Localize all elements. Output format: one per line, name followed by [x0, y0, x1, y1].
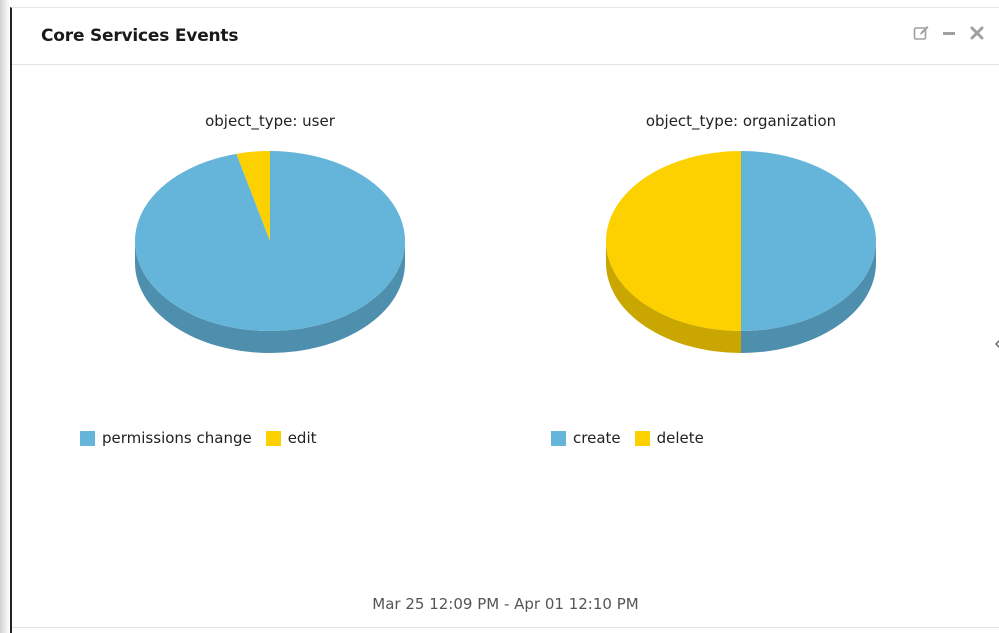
legend-label: delete	[656, 429, 704, 447]
close-icon	[970, 26, 984, 40]
dashboard-stage: Core Services Events object_type: user p…	[0, 0, 999, 633]
legend-item-delete[interactable]: delete	[634, 429, 704, 447]
chart-title-user: object_type: user	[205, 112, 335, 130]
legend-label: edit	[287, 429, 317, 447]
pie-chart-organization	[606, 151, 876, 353]
legend-label: permissions change	[102, 429, 252, 447]
legend-swatch	[265, 430, 281, 446]
legend-swatch	[80, 430, 95, 446]
minimize-icon	[943, 32, 955, 35]
legend-user: permissions change edit	[80, 429, 331, 447]
legend-item-edit[interactable]: edit	[265, 429, 317, 447]
pie-chart-user	[134, 151, 405, 353]
time-range: Mar 25 12:09 PM - Apr 01 12:10 PM	[372, 595, 639, 613]
legend-swatch	[634, 430, 650, 446]
left-edge-shadow	[0, 0, 10, 633]
close-button[interactable]	[969, 25, 985, 41]
minimize-button[interactable]	[941, 25, 957, 41]
chevron-left-icon[interactable]	[995, 339, 999, 349]
panel-tools	[913, 25, 985, 41]
chart-title-organization: object_type: organization	[645, 112, 837, 130]
legend-item-create[interactable]: create	[551, 429, 621, 447]
legend-organization: create delete	[551, 429, 718, 447]
edit-button[interactable]	[913, 25, 929, 41]
panel-bottom-rule	[12, 627, 999, 628]
panel-header: Core Services Events	[12, 8, 999, 65]
edit-icon	[913, 26, 929, 40]
legend-item-permissions-change[interactable]: permissions change	[80, 429, 252, 447]
panel-title: Core Services Events	[41, 26, 239, 46]
core-services-events-panel: Core Services Events object_type: user p…	[10, 7, 999, 633]
legend-swatch	[551, 430, 566, 446]
legend-label: create	[573, 429, 621, 447]
